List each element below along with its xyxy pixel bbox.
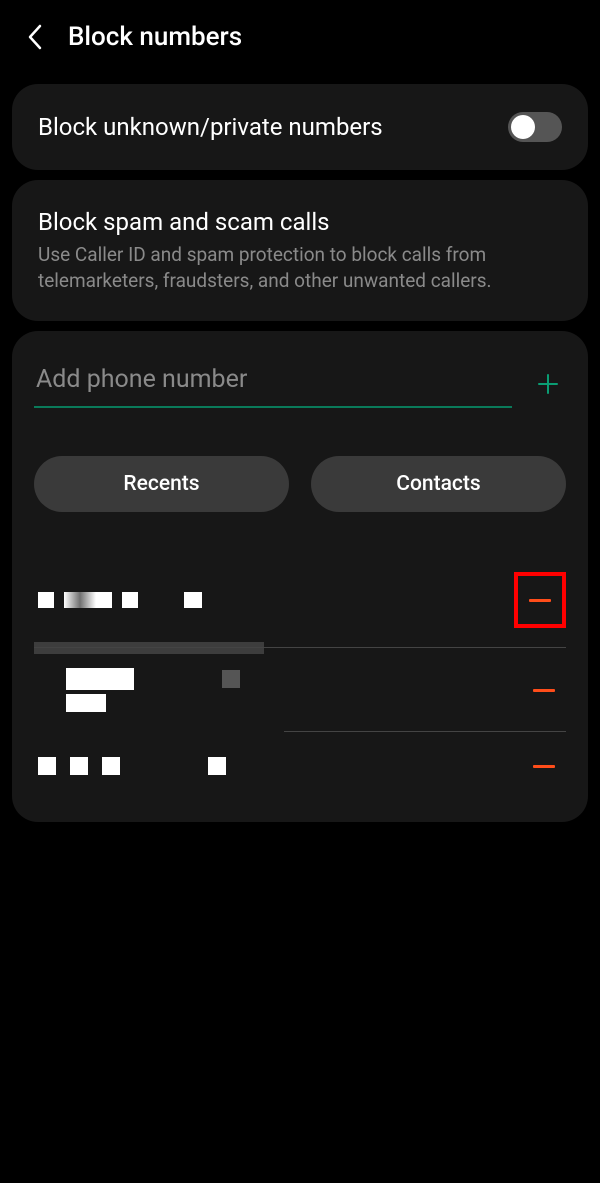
add-number-section: Recents Contacts (12, 331, 588, 822)
block-spam-title: Block spam and scam calls (38, 208, 562, 236)
list-item (34, 648, 566, 732)
list-item (34, 552, 566, 648)
contacts-button[interactable]: Contacts (311, 456, 566, 512)
page-title: Block numbers (68, 22, 242, 52)
redacted-number (38, 757, 226, 775)
remove-icon[interactable] (530, 752, 558, 780)
header: Block numbers (0, 0, 600, 74)
remove-icon[interactable] (526, 586, 554, 614)
block-unknown-toggle[interactable] (508, 112, 562, 142)
block-unknown-label: Block unknown/private numbers (38, 113, 383, 141)
toggle-knob (511, 115, 535, 139)
block-spam-description: Use Caller ID and spam protection to blo… (38, 242, 562, 293)
remove-icon[interactable] (530, 676, 558, 704)
block-unknown-card[interactable]: Block unknown/private numbers (12, 84, 588, 170)
redacted-number (66, 668, 240, 712)
phone-number-input[interactable] (34, 359, 512, 408)
block-spam-card[interactable]: Block spam and scam calls Use Caller ID … (12, 180, 588, 321)
recents-button[interactable]: Recents (34, 456, 289, 512)
back-icon[interactable] (20, 22, 50, 52)
highlight-annotation (514, 572, 566, 628)
blocked-numbers-list (34, 552, 566, 800)
redacted-number (38, 592, 202, 608)
list-item (34, 732, 566, 800)
add-icon[interactable] (530, 366, 566, 402)
